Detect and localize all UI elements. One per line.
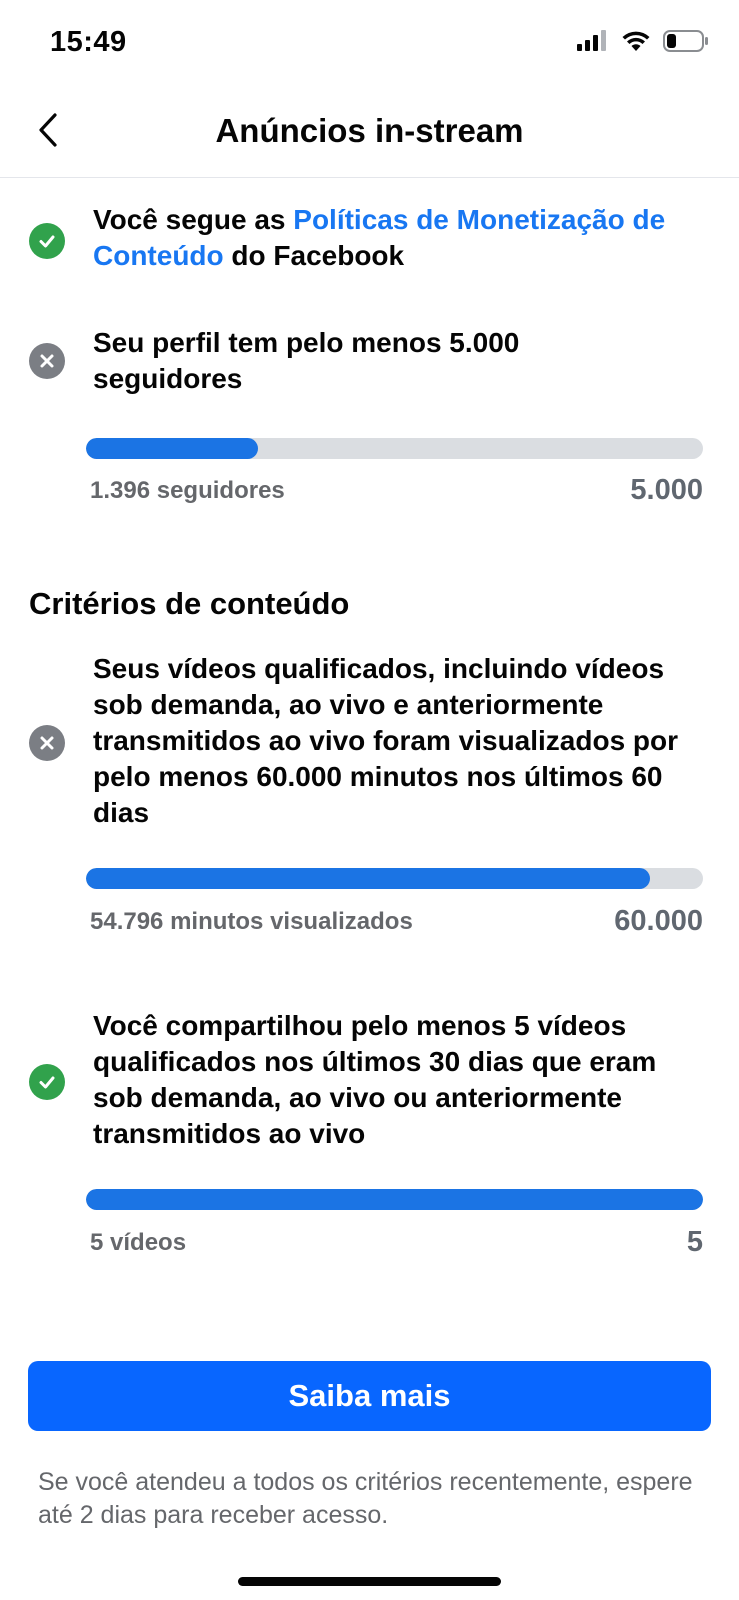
battery-icon: [663, 30, 708, 52]
progress-fill: [86, 1189, 703, 1210]
page-title: Anúncios in-stream: [215, 112, 524, 149]
check-circle-icon: [29, 223, 65, 259]
status-bar: 15:49: [0, 0, 739, 88]
criterion-text-before: Você segue as: [93, 204, 294, 235]
minutes-progress-bar: [86, 868, 703, 889]
navigation-header: Anúncios in-stream: [0, 88, 739, 178]
wifi-icon: [622, 31, 650, 51]
cellular-signal-icon: [577, 30, 606, 51]
criterion-text: Seus vídeos qualificados, incluindo víde…: [93, 653, 679, 828]
progress-fill: [86, 868, 650, 889]
criterion-text: Você compartilhou pelo menos 5 vídeos qu…: [93, 1010, 657, 1149]
status-time: 15:49: [50, 26, 127, 58]
videos-progress-bar: [86, 1189, 703, 1210]
criterion-policies: Você segue as Políticas de Monetização d…: [0, 202, 739, 282]
footnote-text: Se você atendeu a todos os critérios rec…: [38, 1468, 693, 1529]
criterion-minutes-viewed: Seus vídeos qualificados, incluindo víde…: [0, 651, 739, 951]
status-icons: [577, 30, 709, 52]
progress-fill: [86, 438, 259, 459]
learn-more-button[interactable]: Saiba mais: [28, 1361, 711, 1431]
section-title: Critérios de conteúdo: [29, 586, 350, 621]
progress-target-label: 5.000: [630, 474, 703, 506]
criterion-followers: Seu perfil tem pelo menos 5.000 seguidor…: [0, 325, 739, 525]
x-circle-icon: [29, 343, 65, 379]
progress-current-label: 1.396 seguidores: [90, 477, 285, 504]
criterion-text: Seu perfil tem pelo menos 5.000 seguidor…: [93, 327, 520, 394]
progress-current-label: 5 vídeos: [90, 1229, 187, 1256]
criterion-text-after: do Facebook: [223, 240, 405, 271]
progress-target-label: 60.000: [614, 905, 703, 937]
progress-current-label: 54.796 minutos visualizados: [90, 908, 413, 935]
x-circle-icon: [29, 725, 65, 761]
followers-progress-bar: [86, 438, 703, 459]
progress-target-label: 5: [686, 1226, 703, 1258]
home-indicator[interactable]: [238, 1577, 501, 1586]
criterion-text: Você segue as Políticas de Monetização d…: [93, 202, 713, 274]
criterion-videos-shared: Você compartilhou pelo menos 5 vídeos qu…: [0, 1008, 739, 1268]
check-circle-icon: [29, 1064, 65, 1100]
